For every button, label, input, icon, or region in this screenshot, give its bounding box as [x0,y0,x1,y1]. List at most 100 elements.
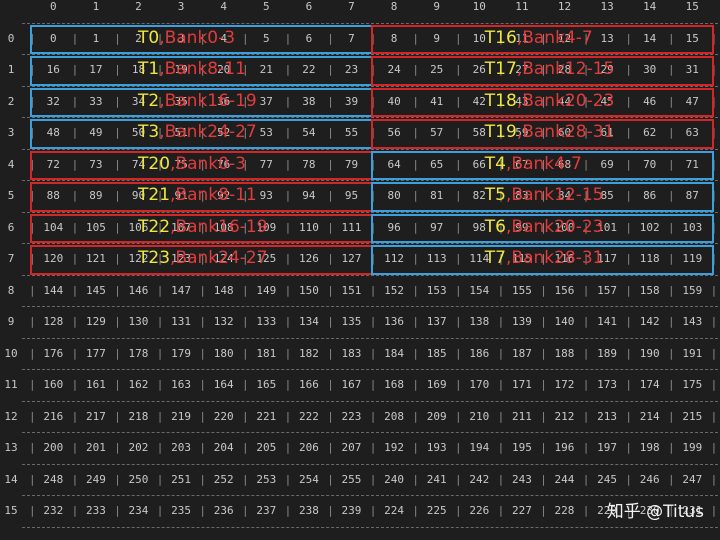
grid-cell: 251 [171,472,192,486]
grid-cell: 228 [554,504,575,517]
thread-id: T19 [484,122,517,143]
grid-cell: 187 [511,346,532,360]
grid-cell: 195 [511,441,532,454]
thread-id: T3 [138,122,160,143]
grid-cell: 129 [85,315,106,328]
bank-layout-diagram: 0 1 2 3 4 5 6 7 8 9 10 11 12 13 14 15 0 | | | | | | | | | | | | | | | | |… [0,0,720,540]
row-header: 12 [4,409,18,423]
row-header: 0 [7,31,15,45]
row-divider [22,526,718,528]
grid-cell: 202 [128,441,149,454]
grid-cell: 225 [426,504,447,517]
grid-cell: 239 [341,504,362,517]
grid-cell: 185 [426,346,447,360]
row-header: 14 [4,472,18,486]
grid-cell: 218 [128,409,149,423]
grid-cell: 219 [171,409,192,423]
grid-cell: 132 [213,315,234,328]
grid-cell: 172 [554,378,575,391]
thread-bank-label: T3,Bank24-27 [138,122,257,142]
row-divider [22,180,718,182]
grid-cell: 147 [171,283,192,297]
grid-cell: 222 [298,409,319,423]
grid-cell: 226 [469,504,490,517]
bank-range: ,Bank28-31 [506,248,604,269]
grid-cell: 221 [256,409,277,423]
row-divider [22,369,718,371]
grid-cell: 209 [426,409,447,423]
grid-cell: 194 [469,441,490,454]
grid-cell: 153 [426,283,447,297]
row-header: 2 [7,94,15,108]
grid-cell: 136 [384,315,405,328]
grid-cell: 175 [682,378,703,391]
bank-range: ,Bank12-15 [506,185,604,206]
column-header: 0 [49,0,57,13]
thread-id: T2 [138,90,160,111]
row-header: 13 [4,441,18,454]
grid-cell: 243 [511,472,532,486]
grid-cell: 164 [213,378,234,391]
row-header: 8 [7,283,15,297]
thread-bank-label: T16,Bank4-7 [485,28,593,48]
grid-cell: 167 [341,378,362,391]
grid-cell: 242 [469,472,490,486]
grid-cell: 145 [85,283,106,297]
grid-cell: 146 [128,283,149,297]
grid-cell: 247 [682,472,703,486]
row-header: 9 [7,315,15,328]
bank-range: ,Bank24-27 [170,248,268,269]
grid-cell: 207 [341,441,362,454]
bank-range: ,Bank8-11 [170,185,257,206]
grid-cell: 213 [597,409,618,423]
grid-cell: 216 [43,409,64,423]
row-header: 11 [4,378,18,391]
bank-range: ,Bank4-7 [506,153,582,174]
grid-cell: 198 [639,441,660,454]
thread-bank-label: T18,Bank20-23 [485,91,615,111]
grid-cell: 180 [213,346,234,360]
grid-cell: 134 [298,315,319,328]
grid-cell: 137 [426,315,447,328]
column-header: 4 [220,0,227,13]
grid-cell: 138 [469,315,490,328]
thread-bank-label: T19,Bank28-31 [485,122,615,142]
grid-cell: 241 [426,472,447,486]
grid-cell: 168 [384,378,405,391]
row-divider [22,306,718,308]
grid-cell: 201 [85,441,106,454]
thread-id: T20 [138,153,171,174]
grid-cell: 238 [298,504,319,517]
grid-cell: 139 [511,315,532,328]
thread-bank-label: T21,Bank8-11 [138,185,257,205]
thread-id: T6 [484,216,506,237]
row-header: 10 [4,346,18,360]
grid-cell: 181 [256,346,277,360]
thread-bank-label: T1,Bank8-11 [138,59,246,79]
row-header: 3 [7,126,15,139]
grid-cell: 155 [511,283,532,297]
thread-bank-label: T6,Bank20-23 [485,217,604,237]
thread-bank-label: T2,Bank16-19 [138,91,257,111]
grid-cell: 236 [213,504,234,517]
thread-id: T18 [484,90,517,111]
grid-cell: 204 [213,441,234,454]
bank-range: ,Bank8-11 [159,59,246,80]
grid-cell: 186 [469,346,490,360]
grid-cell: 158 [639,283,660,297]
bank-range: ,Bank20-23 [516,90,615,111]
grid-cell: 156 [554,283,575,297]
column-header: 15 [685,0,699,13]
row-divider [22,148,718,150]
grid-cell: 182 [298,346,319,360]
grid-cell: 148 [213,283,234,297]
thread-id: T16 [484,27,517,48]
column-header: 3 [177,0,185,13]
row-divider [22,274,718,276]
grid-cell: 184 [384,346,405,360]
grid-cell: 183 [341,346,362,360]
grid-cell: 152 [384,283,405,297]
grid-cell: 157 [597,283,618,297]
grid-cell: 143 [682,315,703,328]
grid-cell: 208 [384,409,405,423]
